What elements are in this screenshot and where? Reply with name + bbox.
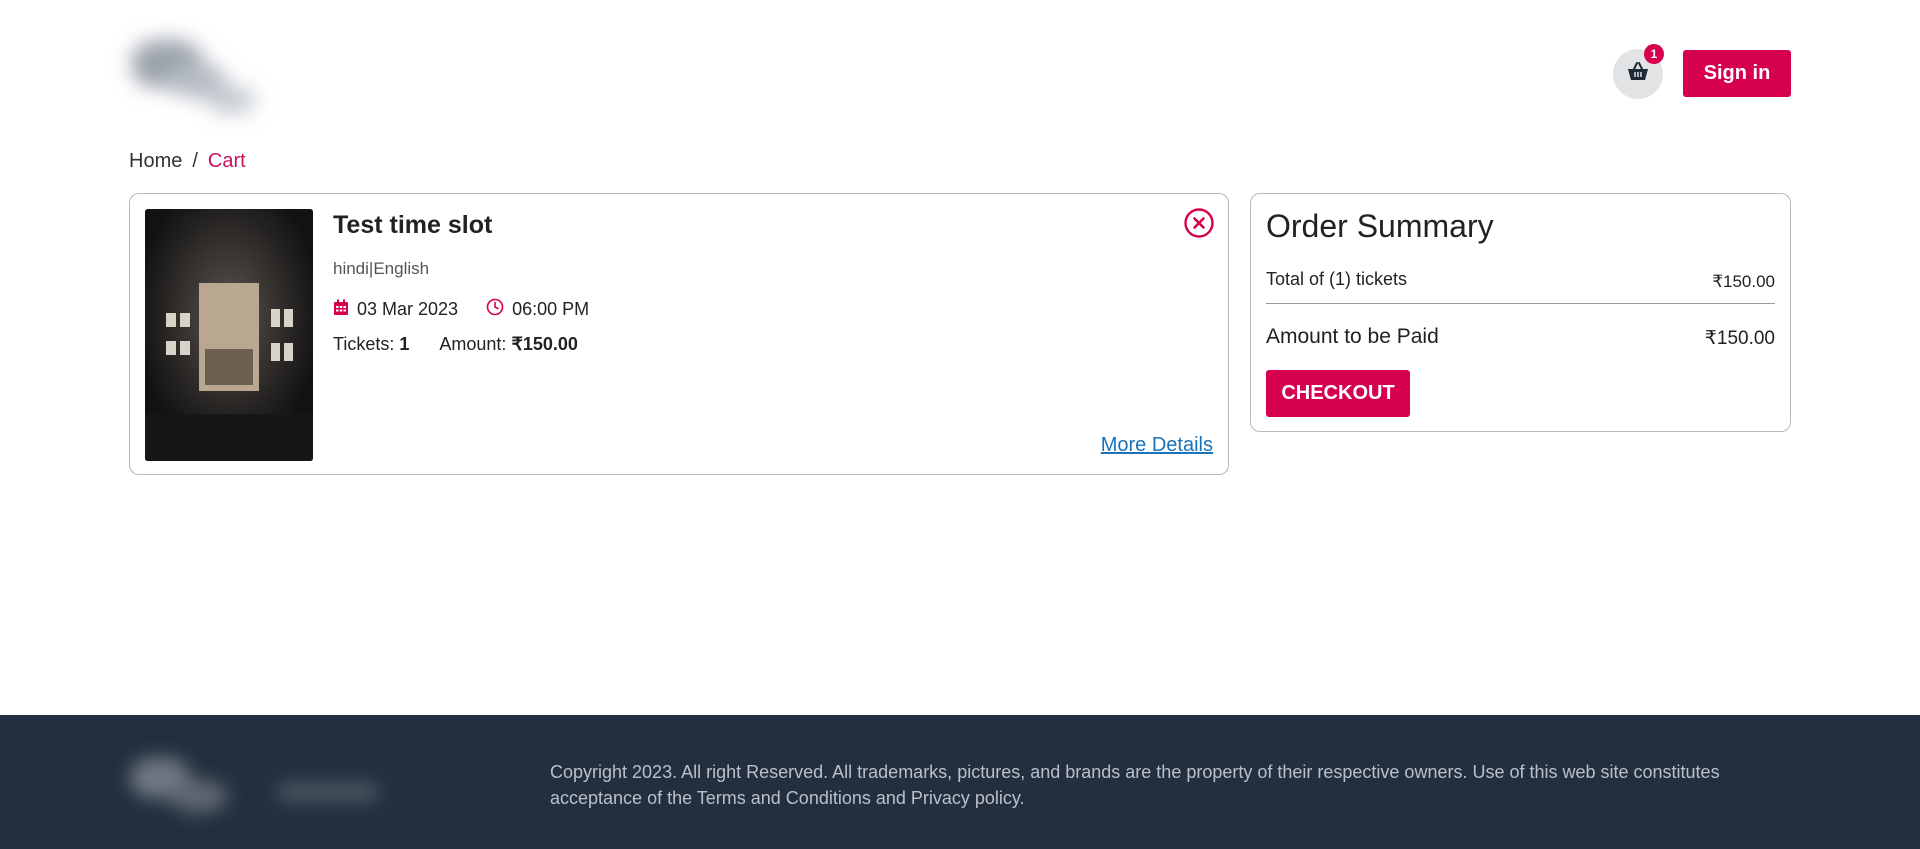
tickets-total-label: Total of (1) tickets [1266,269,1408,289]
event-date: 03 Mar 2023 [357,299,459,319]
tickets-count: Tickets: 1 [333,334,409,355]
calendar-icon [333,299,349,321]
breadcrumb: Home / Cart [129,150,246,173]
event-time: 06:00 PM [512,299,590,319]
amount-label: Amount: [439,334,507,354]
checkout-button[interactable]: CHECKOUT [1266,370,1410,417]
close-circle-icon [1184,208,1214,242]
amount-due-label: Amount to be Paid [1266,325,1439,348]
more-details-link[interactable]: More Details [1101,434,1213,457]
event-title: Test time slot [333,211,493,239]
summary-divider [1266,303,1775,304]
amount-due-value: ₹150.00 [1704,328,1775,349]
order-summary-card: Order Summary Total of (1) tickets ₹150.… [1250,193,1791,432]
breadcrumb-separator: / [192,150,198,172]
event-datetime: 03 Mar 2023 06:00 PM [333,298,617,321]
sign-in-button[interactable]: Sign in [1683,50,1791,97]
tickets-total-value: ₹150.00 [1712,272,1775,291]
event-languages: hindi|English [333,259,430,278]
clock-icon [486,298,504,321]
tickets-label: Tickets: [333,334,395,354]
cart-count-badge: 1 [1644,44,1664,64]
ticket-info: Tickets: 1 Amount: ₹150.00 [333,334,578,355]
ticket-amount: Amount: ₹150.00 [439,334,578,355]
order-summary-title: Order Summary [1266,208,1494,244]
footer: Copyright 2023. All right Reserved. All … [0,715,1920,849]
remove-item-button[interactable] [1184,208,1214,238]
tickets-total-row: Total of (1) tickets ₹150.00 [1266,269,1775,292]
footer-logo[interactable] [118,739,398,829]
event-thumbnail [145,209,313,461]
amount-due-row: Amount to be Paid ₹150.00 [1266,325,1775,350]
site-logo[interactable] [118,22,278,130]
breadcrumb-current: Cart [207,150,246,172]
copyright-text: Copyright 2023. All right Reserved. All … [550,762,1720,808]
breadcrumb-home[interactable]: Home [129,150,182,173]
tickets-value: 1 [399,334,410,354]
cart-item-card: Test time slot hindi|English 03 Mar 2023 [129,193,1229,475]
amount-value: ₹150.00 [511,334,578,354]
basket-icon [1627,62,1649,86]
